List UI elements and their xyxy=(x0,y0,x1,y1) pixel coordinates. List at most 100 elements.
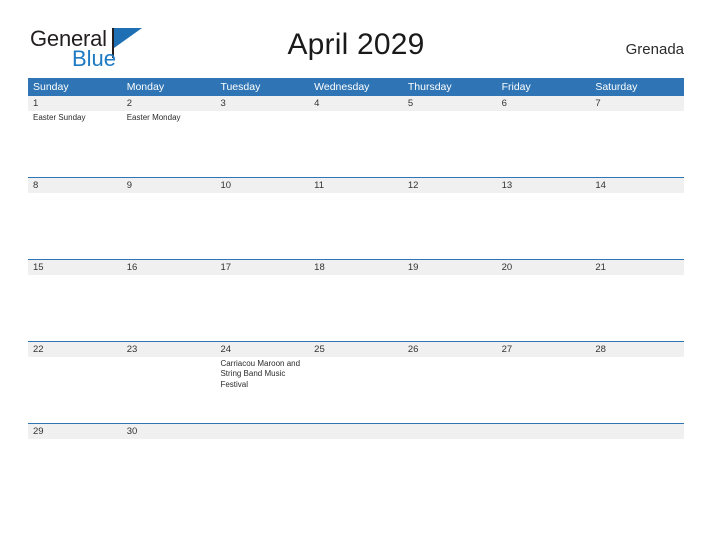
day-events xyxy=(408,440,497,441)
day-events xyxy=(314,112,403,113)
day-number[interactable]: 24 xyxy=(215,342,309,357)
day-number[interactable]: 28 xyxy=(590,342,684,357)
day-number[interactable]: 19 xyxy=(403,260,497,275)
day-number[interactable]: 1 xyxy=(28,96,122,111)
day-cell[interactable] xyxy=(122,193,216,259)
day-cell[interactable] xyxy=(403,193,497,259)
day-events xyxy=(595,194,684,195)
day-cell[interactable]: Easter Sunday xyxy=(28,111,122,177)
day-cell[interactable]: Carriacou Maroon and String Band Music F… xyxy=(215,357,309,423)
week-body: Carriacou Maroon and String Band Music F… xyxy=(28,357,684,423)
day-number[interactable]: 15 xyxy=(28,260,122,275)
day-number[interactable]: 29 xyxy=(28,424,122,439)
week-body xyxy=(28,275,684,341)
day-cell[interactable] xyxy=(403,357,497,423)
day-cell[interactable] xyxy=(122,439,216,440)
day-cell[interactable] xyxy=(497,111,591,177)
day-cell[interactable] xyxy=(28,439,122,440)
weekday-header-friday: Friday xyxy=(501,81,531,93)
weekday-header-saturday: Saturday xyxy=(595,81,638,93)
weekday-header-wednesday: Wednesday xyxy=(314,81,370,93)
day-events: Easter Sunday xyxy=(33,112,122,123)
weekday-header-thursday: Thursday xyxy=(407,81,452,93)
day-number[interactable]: 18 xyxy=(309,260,403,275)
day-events xyxy=(33,276,122,277)
day-number[interactable]: 5 xyxy=(403,96,497,111)
day-cell[interactable] xyxy=(590,439,684,440)
day-events xyxy=(595,112,684,113)
day-cell[interactable] xyxy=(590,111,684,177)
day-number[interactable]: 6 xyxy=(497,96,591,111)
day-cell[interactable] xyxy=(309,275,403,341)
day-number[interactable]: 21 xyxy=(590,260,684,275)
day-cell[interactable] xyxy=(309,193,403,259)
day-number[interactable] xyxy=(309,424,403,439)
day-cell[interactable] xyxy=(28,275,122,341)
day-cell[interactable] xyxy=(215,439,309,440)
day-number[interactable]: 2 xyxy=(122,96,216,111)
day-number[interactable]: 4 xyxy=(309,96,403,111)
day-number[interactable]: 23 xyxy=(122,342,216,357)
day-number[interactable]: 14 xyxy=(590,178,684,193)
day-cell[interactable] xyxy=(590,193,684,259)
day-number[interactable]: 7 xyxy=(590,96,684,111)
day-events xyxy=(408,358,497,359)
day-number[interactable]: 9 xyxy=(122,178,216,193)
day-events xyxy=(127,276,216,277)
day-number[interactable]: 12 xyxy=(403,178,497,193)
day-number[interactable] xyxy=(497,424,591,439)
day-events xyxy=(314,276,403,277)
day-cell[interactable] xyxy=(28,193,122,259)
weekday-header-tuesday: Tuesday xyxy=(220,81,261,93)
day-events xyxy=(595,358,684,359)
day-cell[interactable] xyxy=(122,275,216,341)
day-number[interactable]: 17 xyxy=(215,260,309,275)
day-cell[interactable] xyxy=(215,193,309,259)
day-events xyxy=(595,440,684,441)
day-cell[interactable] xyxy=(497,193,591,259)
day-number[interactable]: 3 xyxy=(215,96,309,111)
day-cell[interactable] xyxy=(403,275,497,341)
day-number[interactable]: 11 xyxy=(309,178,403,193)
day-cell[interactable] xyxy=(309,439,403,440)
day-cell[interactable] xyxy=(28,357,122,423)
day-events xyxy=(220,112,309,113)
week-number-band: 22 23 24 25 26 27 28 xyxy=(28,342,684,357)
day-cell[interactable] xyxy=(497,439,591,440)
week-number-band: 29 30 xyxy=(28,424,684,439)
day-cell[interactable] xyxy=(403,111,497,177)
day-cell[interactable] xyxy=(590,357,684,423)
day-number[interactable]: 30 xyxy=(122,424,216,439)
day-events xyxy=(220,194,309,195)
day-cell[interactable] xyxy=(309,111,403,177)
event-label: Easter Monday xyxy=(126,113,181,122)
day-number[interactable]: 10 xyxy=(215,178,309,193)
day-cell[interactable] xyxy=(497,357,591,423)
day-cell[interactable]: Easter Monday xyxy=(122,111,216,177)
day-number[interactable]: 27 xyxy=(497,342,591,357)
day-number[interactable] xyxy=(215,424,309,439)
day-cell[interactable] xyxy=(215,275,309,341)
locale-label: Grenada xyxy=(625,41,684,58)
day-cell[interactable] xyxy=(215,111,309,177)
day-events xyxy=(33,194,122,195)
day-events xyxy=(127,194,216,195)
day-cell[interactable] xyxy=(122,357,216,423)
day-cell[interactable] xyxy=(497,275,591,341)
day-events xyxy=(502,194,591,195)
day-number[interactable]: 26 xyxy=(403,342,497,357)
day-number[interactable]: 22 xyxy=(28,342,122,357)
day-events xyxy=(314,440,403,441)
day-number[interactable] xyxy=(403,424,497,439)
day-events: Carriacou Maroon and String Band Music F… xyxy=(220,358,309,390)
day-cell[interactable] xyxy=(590,275,684,341)
day-cell[interactable] xyxy=(403,439,497,440)
day-number[interactable]: 8 xyxy=(28,178,122,193)
day-number[interactable]: 13 xyxy=(497,178,591,193)
day-number[interactable]: 16 xyxy=(122,260,216,275)
day-cell[interactable] xyxy=(309,357,403,423)
day-number[interactable]: 25 xyxy=(309,342,403,357)
day-number[interactable] xyxy=(590,424,684,439)
day-number[interactable]: 20 xyxy=(497,260,591,275)
week-number-band: 8 9 10 11 12 13 14 xyxy=(28,178,684,193)
